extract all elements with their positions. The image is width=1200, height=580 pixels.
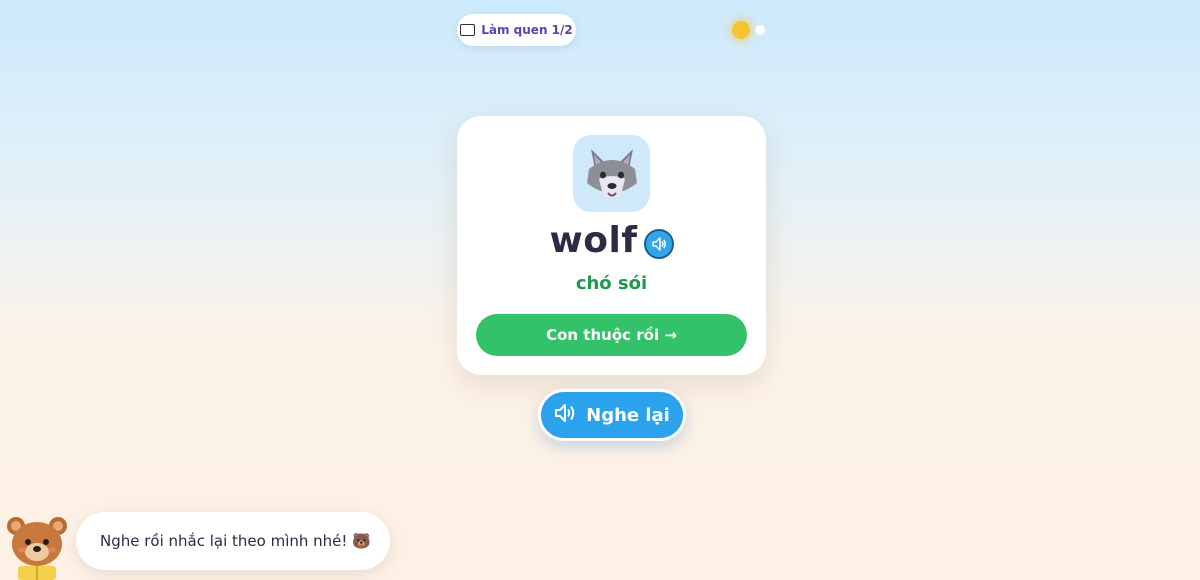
replay-label: Nghe lại — [586, 404, 670, 426]
flashcard: wolf chó sói Con thuộc rồi → — [457, 116, 766, 375]
sun-icon — [732, 21, 750, 39]
bear-icon — [4, 514, 70, 580]
replay-button[interactable]: Nghe lại — [538, 389, 686, 441]
speaker-icon — [554, 402, 578, 429]
toggle-dot — [755, 25, 765, 35]
word-meaning: chó sói — [575, 273, 648, 294]
progress-label: Làm quen 1/2 — [481, 23, 573, 37]
progress-pill[interactable]: Làm quen 1/2 — [457, 14, 576, 46]
speaker-icon[interactable] — [643, 228, 674, 259]
mascot-speech-bubble: Nghe rồi nhắc lại theo mình nhé! 🐻 — [76, 512, 390, 570]
wolf-icon — [573, 135, 650, 212]
vocab-word: wolf — [549, 220, 638, 261]
book-icon — [460, 24, 476, 36]
mascot-message: Nghe rồi nhắc lại theo mình nhé! 🐻 — [100, 532, 371, 550]
word-row: wolf — [457, 220, 766, 261]
theme-toggle[interactable] — [730, 20, 768, 40]
know-word-button[interactable]: Con thuộc rồi → — [476, 314, 747, 356]
